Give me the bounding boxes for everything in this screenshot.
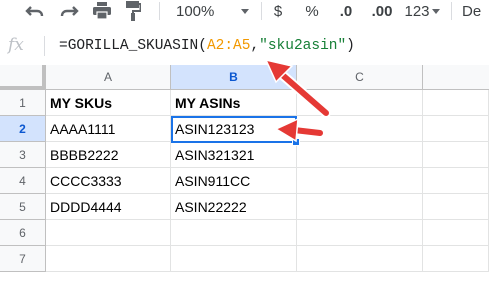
more-formats-button[interactable]: 123 <box>402 0 432 22</box>
column-header-c[interactable]: C <box>297 65 423 90</box>
cell-a5[interactable]: DDDD4444 <box>46 194 171 220</box>
cell-b4[interactable]: ASIN911CC <box>171 168 297 194</box>
select-all-corner[interactable] <box>0 65 46 90</box>
cell-c2[interactable] <box>297 116 423 142</box>
cell-d6[interactable] <box>423 220 489 246</box>
formula-bar-divider <box>44 36 45 56</box>
cell-a3[interactable]: BBBB2222 <box>46 142 171 168</box>
font-select[interactable]: De <box>462 0 489 22</box>
row-header-7[interactable]: 7 <box>0 246 46 272</box>
cell-c7[interactable] <box>297 246 423 272</box>
formula-range-ref: A2:A5 <box>206 38 251 54</box>
column-header-a[interactable]: A <box>46 65 171 90</box>
cell-a4[interactable]: CCCC3333 <box>46 168 171 194</box>
paint-format-icon[interactable] <box>120 0 146 22</box>
toolbar: 100% $ % .0 .00 123 De <box>0 0 489 28</box>
row-header-1[interactable]: 1 <box>0 90 46 116</box>
cell-d5[interactable] <box>423 194 489 220</box>
undo-icon[interactable] <box>22 0 48 22</box>
zoom-select[interactable]: 100% <box>176 0 232 22</box>
more-formats-chevron-down-icon[interactable] <box>432 9 440 14</box>
toolbar-divider <box>159 2 160 20</box>
row-header-5[interactable]: 5 <box>0 194 46 220</box>
column-header-b[interactable]: B <box>171 65 297 90</box>
cell-c6[interactable] <box>297 220 423 246</box>
cell-c3[interactable] <box>297 142 423 168</box>
formula-close-paren: ) <box>346 38 355 54</box>
zoom-value: 100% <box>176 2 215 20</box>
cell-c4[interactable] <box>297 168 423 194</box>
formula-string-arg: "sku2asin" <box>259 38 347 54</box>
toolbar-divider <box>451 2 452 20</box>
cell-c5[interactable] <box>297 194 423 220</box>
fill-handle[interactable] <box>292 138 300 146</box>
cell-d3[interactable] <box>423 142 489 168</box>
redo-icon[interactable] <box>56 0 82 22</box>
row-header-3[interactable]: 3 <box>0 142 46 168</box>
cell-b2[interactable]: ASIN123123 <box>171 116 297 142</box>
row-header-2[interactable]: 2 <box>0 116 46 142</box>
cell-c1[interactable] <box>297 90 423 116</box>
cell-b7[interactable] <box>171 246 297 272</box>
cell-b6[interactable] <box>171 220 297 246</box>
decrease-decimal-button[interactable]: .0 <box>333 0 359 22</box>
cell-a1[interactable]: MY SKUs <box>46 90 171 116</box>
spreadsheet-grid: A B C 1 2 3 4 5 6 7 MY SKUs MY ASINs AAA… <box>0 65 489 284</box>
increase-decimal-button[interactable]: .00 <box>364 0 400 22</box>
column-header-d[interactable] <box>423 65 489 90</box>
row-header-4[interactable]: 4 <box>0 168 46 194</box>
cell-b1[interactable]: MY ASINs <box>171 90 297 116</box>
cell-b3[interactable]: ASIN321321 <box>171 142 297 168</box>
cell-d7[interactable] <box>423 246 489 272</box>
cell-d1[interactable] <box>423 90 489 116</box>
currency-format-button[interactable]: $ <box>268 0 288 22</box>
percent-format-button[interactable]: % <box>302 0 322 22</box>
cell-a2[interactable]: AAAA1111 <box>46 116 171 142</box>
formula-input[interactable]: =GORILLA_SKUASIN(A2:A5,"sku2asin") <box>59 38 355 54</box>
cell-d2[interactable] <box>423 116 489 142</box>
fx-icon: fx <box>8 35 24 55</box>
toolbar-divider <box>261 2 262 20</box>
cell-d4[interactable] <box>423 168 489 194</box>
cell-b5[interactable]: ASIN22222 <box>171 194 297 220</box>
formula-comma: , <box>250 38 260 54</box>
zoom-chevron-down-icon[interactable] <box>241 9 249 14</box>
formula-function: =GORILLA_SKUASIN( <box>59 38 207 54</box>
cell-a6[interactable] <box>46 220 171 246</box>
print-icon[interactable] <box>89 0 115 22</box>
formula-bar: fx =GORILLA_SKUASIN(A2:A5,"sku2asin") <box>0 27 489 66</box>
cell-a7[interactable] <box>46 246 171 272</box>
row-header-6[interactable]: 6 <box>0 220 46 246</box>
